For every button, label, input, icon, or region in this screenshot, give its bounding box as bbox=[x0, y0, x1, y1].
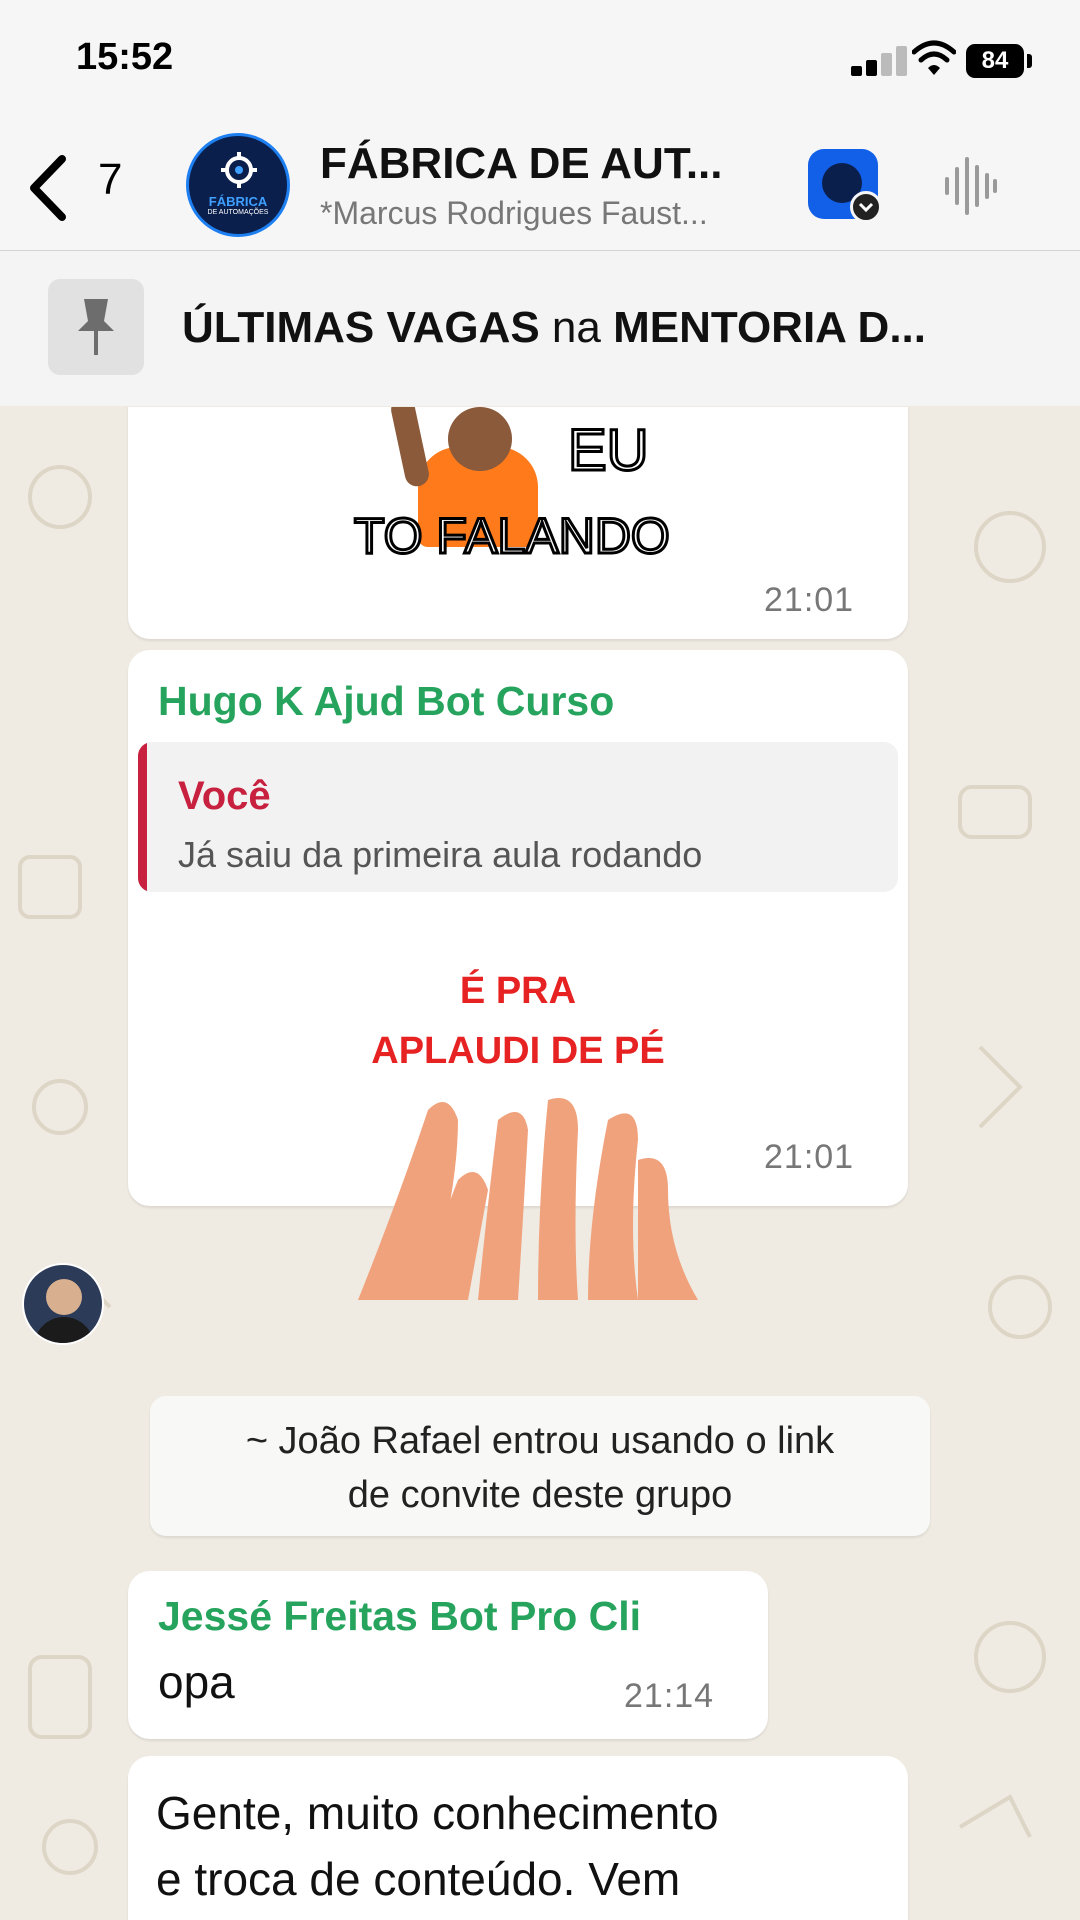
status-bar: 15:52 84 bbox=[0, 0, 1080, 125]
chat-area[interactable]: EU TO FALANDO 21:01 Hugo K Ajud Bot Curs… bbox=[0, 407, 1080, 1920]
status-time: 15:52 bbox=[76, 36, 174, 78]
feet-sticker-image bbox=[358, 1098, 698, 1300]
quoted-text: Já saiu da primeira aula rodando bbox=[178, 834, 703, 875]
pin-icon bbox=[78, 299, 114, 355]
message-text-line-1: Gente, muito conhecimento bbox=[156, 1787, 719, 1839]
quoted-author: Você bbox=[178, 774, 271, 818]
sender-avatar[interactable] bbox=[22, 1263, 104, 1345]
chevron-down-badge-icon bbox=[850, 191, 882, 223]
sticker-caption-2: TO FALANDO bbox=[353, 507, 672, 566]
text-message-bubble[interactable]: Jessé Freitas Bot Pro Cli opa 21:14 bbox=[128, 1571, 768, 1739]
system-notice: ~ João Rafael entrou usando o link de co… bbox=[150, 1396, 930, 1536]
message-time: 21:01 bbox=[764, 581, 855, 619]
message-text-line-2: e troca de conteúdo. Vem bbox=[156, 1853, 681, 1905]
audio-waveform-icon[interactable] bbox=[942, 153, 1000, 219]
pinned-bold-1: ÚLTIMAS VAGAS bbox=[182, 303, 540, 352]
quoted-message[interactable]: Você Já saiu da primeira aula rodando bbox=[138, 742, 898, 892]
pin-box bbox=[48, 279, 144, 375]
message-text: opa bbox=[158, 1656, 235, 1708]
group-members[interactable]: *Marcus Rodrigues Faust... bbox=[320, 195, 708, 232]
message-time: 21:01 bbox=[764, 1138, 855, 1176]
sticker-caption-2: APLAUDI DE PÉ bbox=[371, 1030, 665, 1072]
pinned-normal: na bbox=[539, 303, 614, 352]
sticker-caption-1: EU bbox=[567, 417, 651, 485]
battery-tip bbox=[1027, 54, 1032, 68]
text-message-bubble[interactable]: Gente, muito conhecimento e troca de con… bbox=[128, 1756, 908, 1920]
message-time: 21:14 bbox=[624, 1677, 715, 1715]
sticker-caption-1: É PRA bbox=[459, 970, 577, 1012]
avatar-logo-text: FÁBRICA bbox=[208, 194, 268, 209]
message-sender[interactable]: Jessé Freitas Bot Pro Cli bbox=[158, 1593, 641, 1640]
group-avatar[interactable]: FÁBRICA DE AUTOMAÇÕES bbox=[186, 133, 290, 237]
pinned-bold-2: MENTORIA D... bbox=[613, 303, 926, 352]
system-notice-line-2: de convite deste grupo bbox=[347, 1474, 733, 1516]
sticker-message-bubble[interactable]: EU TO FALANDO 21:01 bbox=[128, 407, 908, 639]
reply-message-bubble[interactable]: Hugo K Ajud Bot Curso Você Já saiu da pr… bbox=[128, 650, 908, 1300]
gear-circuit-logo-icon bbox=[221, 152, 257, 188]
back-chevron-icon[interactable] bbox=[26, 153, 70, 223]
pinned-message-text: ÚLTIMAS VAGAS na MENTORIA D... bbox=[182, 303, 926, 353]
group-title[interactable]: FÁBRICA DE AUT... bbox=[320, 139, 723, 189]
battery-icon: 84 bbox=[966, 44, 1024, 78]
system-notice-line-1: ~ João Rafael entrou usando o link bbox=[245, 1420, 835, 1462]
avatar-logo-subtext: DE AUTOMAÇÕES bbox=[207, 209, 269, 216]
pinned-message-bar[interactable]: ÚLTIMAS VAGAS na MENTORIA D... bbox=[0, 251, 1080, 406]
chat-header: 7 FÁBRICA DE AUTOMAÇÕES FÁBRICA DE AUT..… bbox=[0, 125, 1080, 251]
community-icon[interactable] bbox=[808, 149, 882, 223]
cellular-signal-icon bbox=[851, 46, 909, 76]
wifi-icon bbox=[912, 40, 956, 75]
unread-count[interactable]: 7 bbox=[98, 155, 122, 205]
message-sender[interactable]: Hugo K Ajud Bot Curso bbox=[158, 678, 614, 725]
